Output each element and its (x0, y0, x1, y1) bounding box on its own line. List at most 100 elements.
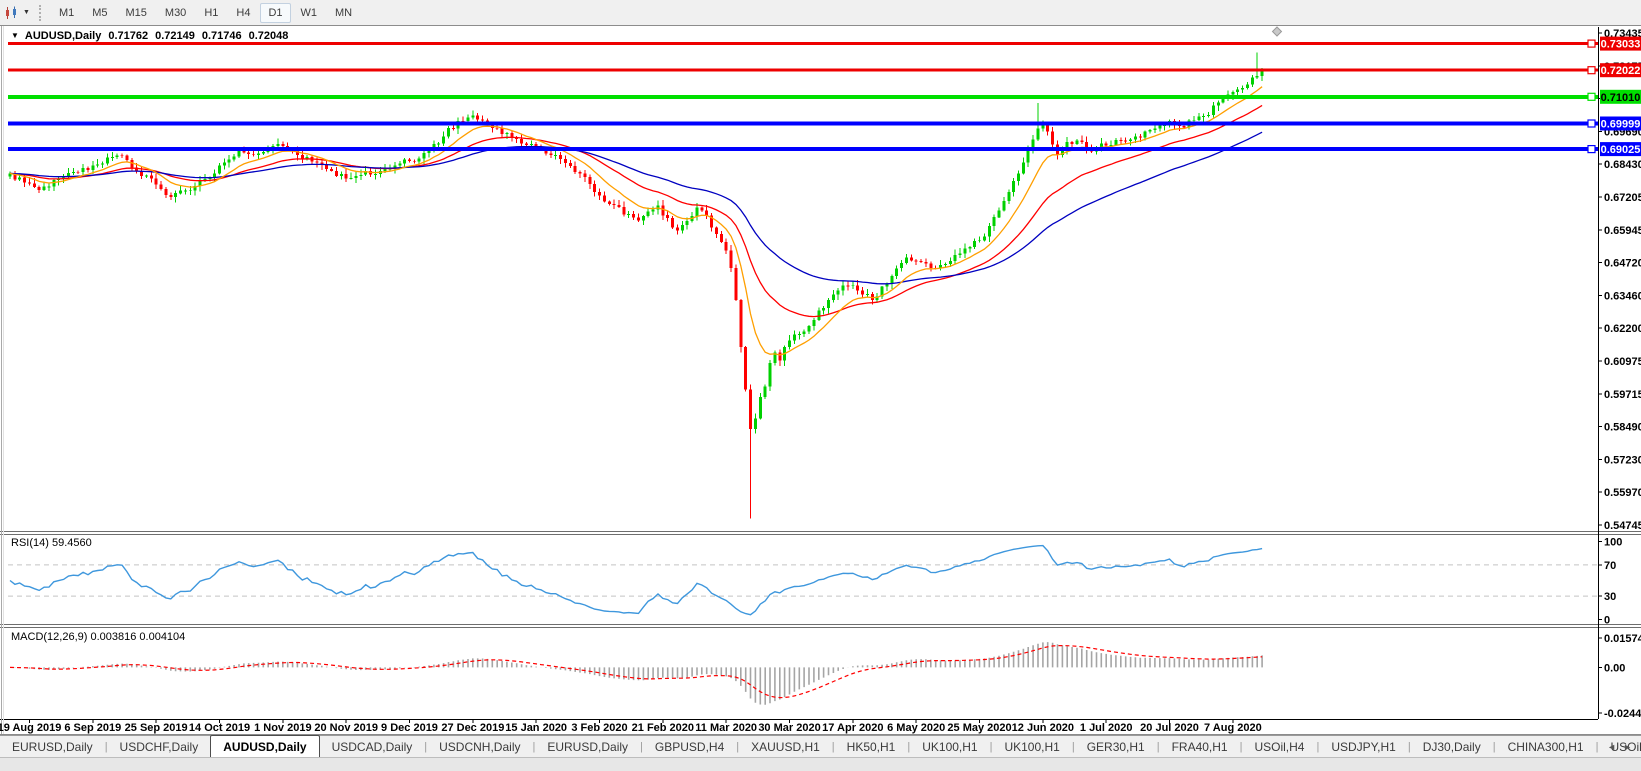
hline-anchor-handle[interactable] (1587, 92, 1596, 101)
date-tick-label: 19 Aug 2019 (0, 722, 61, 734)
timeframe-button-mn[interactable]: MN (327, 3, 360, 23)
low-value: 0.71746 (201, 30, 242, 42)
date-tick-label: 20 Jul 2020 (1140, 722, 1199, 734)
price-tick-label: 0.60975 (1604, 356, 1641, 368)
macd-signal-line (9, 644, 1263, 699)
chart-tool-button[interactable]: ▼ (0, 3, 33, 23)
hline-anchor-handle[interactable] (1587, 39, 1596, 48)
tab-3-usdcad-daily[interactable]: USDCAD,Daily (320, 736, 425, 758)
tab-13-usoil-h4[interactable]: USOil,H4 (1242, 736, 1316, 758)
price-tick-label: 0.58490 (1604, 422, 1641, 434)
tab-1-usdchf-daily[interactable]: USDCHF,Daily (108, 736, 211, 758)
date-tick-label: 7 Aug 2020 (1204, 722, 1262, 734)
date-tick-label: 20 Nov 2019 (314, 722, 378, 734)
tab-scroll-arrows: ◄ ► (1598, 736, 1641, 758)
hline-anchor-handle[interactable] (1587, 119, 1596, 128)
timeframe-button-m30[interactable]: M30 (157, 3, 194, 23)
tab-0-eurusd-daily[interactable]: EURUSD,Daily (0, 736, 105, 758)
price-tick-label: 0.64720 (1604, 258, 1641, 270)
hline-0.71010[interactable] (8, 94, 1598, 99)
chart-tabs: EURUSD,Daily | USDCHF,Daily AUDUSD,Daily USD… (0, 735, 1641, 758)
hline-0.73033[interactable] (8, 42, 1598, 46)
price-tick-label: 0.65945 (1604, 225, 1641, 237)
timeframe-button-w1[interactable]: W1 (293, 3, 326, 23)
macd-tick-label: -0.024412 (1604, 708, 1641, 720)
timeframe-button-m1[interactable]: M1 (51, 3, 82, 23)
price-tick-label: 0.55970 (1604, 487, 1641, 499)
macd-histogram (14, 642, 1263, 705)
date-tick-label: 1 Nov 2019 (254, 722, 311, 734)
price-tick-label: 0.62200 (1604, 323, 1641, 335)
toolbar: ▼ M1 M5 M15 M30 H1 H4 D1 W1 MN (0, 0, 1641, 26)
tab-16-china300-h1[interactable]: CHINA300,H1 (1496, 736, 1596, 758)
price-tick-label: 0.54745 (1604, 520, 1641, 532)
date-tick-label: 21 Feb 2020 (632, 722, 694, 734)
rsi-tick-label: 30 (1604, 591, 1616, 603)
candlestick-tool-icon (6, 6, 16, 19)
macd-tick-label: 0.00 (1604, 662, 1625, 674)
rsi-tick-label: 70 (1604, 560, 1616, 572)
date-tick-label: 6 May 2020 (887, 722, 945, 734)
symbol-label: AUDUSD,Daily (24, 30, 102, 42)
rsi-tick-label: 100 (1604, 537, 1622, 549)
timeframe-button-h4[interactable]: H4 (228, 3, 258, 23)
date-tick-label: 11 Mar 2020 (695, 722, 757, 734)
chart-shift-marker-icon[interactable] (1271, 26, 1283, 37)
hline-anchor-handle[interactable] (1587, 144, 1596, 154)
tab-4-usdcnh-daily[interactable]: USDCNH,Daily (427, 736, 532, 758)
timeframe-button-h1[interactable]: H1 (196, 3, 226, 23)
moving-average-fast-line[interactable] (9, 86, 1263, 356)
hline-0.69025[interactable] (8, 147, 1598, 152)
tab-12-fra40-h1[interactable]: FRA40,H1 (1160, 736, 1240, 758)
macd-tick-label: 0.015741 (1604, 633, 1641, 645)
hline-0.69999[interactable] (8, 121, 1598, 126)
timeframe-button-m15[interactable]: M15 (118, 3, 155, 23)
tab-7-xauusd-h1[interactable]: XAUUSD,H1 (739, 736, 832, 758)
collapse-triangle-icon[interactable]: ▼ (11, 31, 19, 40)
date-tick-label: 3 Feb 2020 (571, 722, 627, 734)
date-tick-label: 15 Jan 2020 (505, 722, 567, 734)
close-value: 0.72048 (248, 30, 289, 42)
tab-scroll-right-icon[interactable]: ► (1623, 742, 1632, 752)
date-tick-label: 25 Sep 2019 (125, 722, 188, 734)
chart-title: ▼ AUDUSD,Daily 0.71762 0.72149 0.71746 0.7204… (11, 30, 295, 42)
hline-price-badge-label: 0.73033 (1601, 39, 1641, 51)
hline-price-badge-label: 0.71010 (1601, 92, 1641, 104)
rsi-line (9, 544, 1263, 616)
tab-14-usdjpy-h1[interactable]: USDJPY,H1 (1319, 736, 1407, 758)
moving-average-slow-line[interactable] (9, 131, 1263, 285)
tab-9-uk100-h1[interactable]: UK100,H1 (910, 736, 989, 758)
window-bottom-strip (0, 757, 1641, 771)
down-candle-bodies (13, 115, 1186, 429)
toolbar-grip (38, 4, 43, 21)
date-tick-label: 25 May 2020 (947, 722, 1011, 734)
timeframe-button-m5[interactable]: M5 (84, 3, 115, 23)
price-tick-label: 0.63460 (1604, 290, 1641, 302)
price-tick-label: 0.68430 (1604, 159, 1641, 171)
tab-8-hk50-h1[interactable]: HK50,H1 (835, 736, 908, 758)
tab-15-dj30-daily[interactable]: DJ30,Daily (1411, 736, 1493, 758)
hline-price-badge-label: 0.69999 (1601, 119, 1641, 131)
price-tick-label: 0.67205 (1604, 192, 1641, 204)
chart-tabs-bar: EURUSD,Daily | USDCHF,Daily AUDUSD,Daily USD… (0, 735, 1641, 758)
macd-label: MACD(12,26,9) 0.003816 0.004104 (11, 631, 186, 643)
date-tick-label: 12 Jun 2020 (1012, 722, 1074, 734)
tab-scroll-left-icon[interactable]: ◄ (1607, 742, 1616, 752)
hline-anchor-handle[interactable] (1587, 66, 1596, 75)
tab-2-audusd-daily[interactable]: AUDUSD,Daily (210, 735, 320, 758)
timeframe-button-d1[interactable]: D1 (260, 2, 291, 23)
date-tick-label: 1 Jul 2020 (1080, 722, 1133, 734)
price-chart[interactable]: 0.734350.721750.709500.696900.684300.672… (0, 25, 1641, 736)
open-value: 0.71762 (108, 30, 149, 42)
date-tick-label: 14 Oct 2019 (189, 722, 250, 734)
price-tick-label: 0.57230 (1604, 454, 1641, 466)
hline-price-badge-label: 0.72022 (1601, 65, 1641, 77)
tab-11-ger30-h1[interactable]: GER30,H1 (1075, 736, 1157, 758)
tab-10-uk100-h1[interactable]: UK100,H1 (992, 736, 1071, 758)
tab-5-eurusd-daily[interactable]: EURUSD,Daily (535, 736, 640, 758)
chart-window: 0.734350.721750.709500.696900.684300.672… (0, 25, 1641, 736)
price-tick-label: 0.59715 (1604, 389, 1641, 401)
tab-6-gbpusd-h4[interactable]: GBPUSD,H4 (643, 736, 736, 758)
mt4-window: { "toolbar": { "timeframes": ["M1","M5",… (0, 0, 1641, 771)
hline-0.72022[interactable] (8, 68, 1598, 72)
